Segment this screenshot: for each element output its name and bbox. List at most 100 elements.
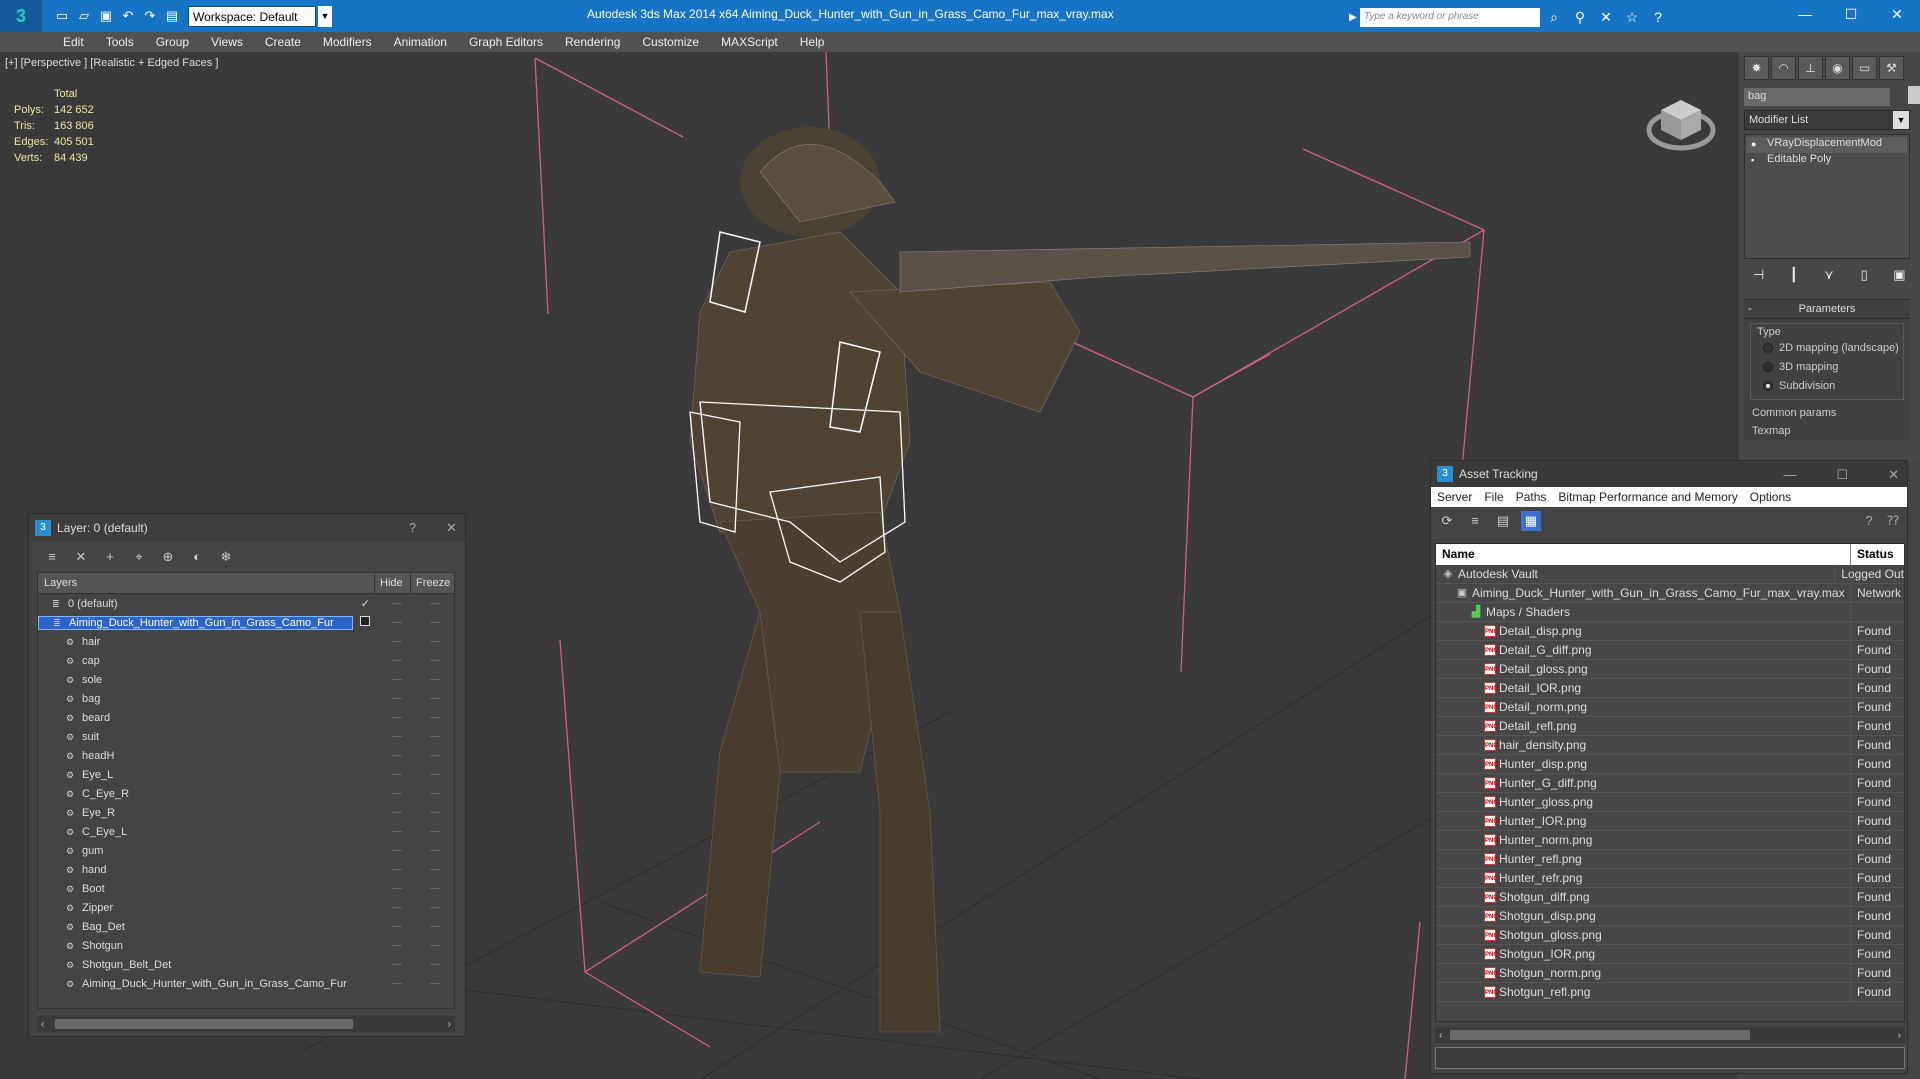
hide-toggle[interactable]: —	[378, 959, 416, 970]
layer-name-cell[interactable]: ⚙ Boot	[38, 883, 353, 895]
radio-3d-mapping[interactable]: 3D mapping	[1757, 357, 1903, 376]
exchange-icon[interactable]: ✕	[1596, 7, 1616, 27]
new-file-icon[interactable]: ▭	[52, 6, 72, 26]
chevron-left-icon[interactable]: ‹	[1439, 1030, 1442, 1041]
layer-row[interactable]: ⚙ C_Eye_L — —	[38, 822, 454, 841]
asset-row[interactable]: PNG Shotgun_refl.png Found	[1436, 982, 1904, 1002]
layer-name-cell[interactable]: ⚙ suit	[38, 731, 353, 743]
highlight-layer-icon[interactable]: ⊕	[159, 548, 177, 566]
layer-row[interactable]: ⚙ bag — —	[38, 689, 454, 708]
freeze-toggle[interactable]: —	[416, 978, 454, 989]
layer-row[interactable]: ⚙ Eye_R — —	[38, 803, 454, 822]
redo-icon[interactable]: ↷	[140, 6, 160, 26]
asset-name-cell[interactable]: PNG Shotgun_diff.png	[1436, 887, 1851, 907]
hide-toggle[interactable]: —	[378, 902, 416, 913]
menu-item[interactable]: Help	[789, 32, 836, 52]
help-icon[interactable]: ?	[1859, 511, 1879, 531]
delete-layer-icon[interactable]: ✕	[72, 548, 90, 566]
hide-toggle[interactable]: —	[378, 598, 416, 609]
hide-toggle[interactable]: —	[378, 826, 416, 837]
chevron-right-icon[interactable]: ›	[1898, 1030, 1901, 1041]
hide-toggle[interactable]: —	[378, 807, 416, 818]
layer-row[interactable]: ⚙ Aiming_Duck_Hunter_with_Gun_in_Grass_Ca…	[38, 974, 454, 993]
freeze-toggle[interactable]: —	[416, 655, 454, 666]
maximize-icon[interactable]: ☐	[1836, 467, 1848, 483]
freeze-toggle[interactable]: —	[416, 788, 454, 799]
freeze-toggle[interactable]: —	[416, 921, 454, 932]
lightbulb-icon[interactable]: ●	[1751, 139, 1761, 149]
asset-name-cell[interactable]: PNG Hunter_norm.png	[1436, 830, 1851, 850]
asset-row[interactable]: PNG Hunter_IOR.png Found	[1436, 811, 1904, 831]
hide-toggle[interactable]: —	[378, 845, 416, 856]
asset-name-cell[interactable]: PNG Shotgun_norm.png	[1436, 963, 1851, 983]
display-tab-icon[interactable]: ▭	[1852, 56, 1877, 80]
layer-row[interactable]: ⚙ Zipper — —	[38, 898, 454, 917]
chevron-left-icon[interactable]: ‹	[41, 1019, 44, 1030]
layer-name-cell[interactable]: ⚙ cap	[38, 655, 353, 667]
col-name[interactable]: Name	[1436, 544, 1851, 565]
modify-tab-icon[interactable]: ◠	[1771, 56, 1796, 80]
asset-row[interactable]: PNG Hunter_refr.png Found	[1436, 868, 1904, 888]
asset-row[interactable]: PNG Detail_gloss.png Found	[1436, 659, 1904, 679]
make-unique-icon[interactable]: ⋎	[1820, 267, 1837, 285]
asset-name-cell[interactable]: PNG Shotgun_disp.png	[1436, 906, 1851, 926]
asset-name-cell[interactable]: PNG Detail_refl.png	[1436, 716, 1851, 736]
radio-subdivision[interactable]: Subdivision	[1757, 376, 1903, 395]
object-color-swatch[interactable]	[1908, 86, 1920, 104]
asset-name-cell[interactable]: PNG Shotgun_gloss.png	[1436, 925, 1851, 945]
modifier-list-dropdown[interactable]: Modifier List ▼	[1744, 110, 1910, 130]
hide-toggle[interactable]: —	[378, 731, 416, 742]
asset-name-cell[interactable]: ▣ Aiming_Duck_Hunter_with_Gun_in_Grass_Ca…	[1436, 583, 1851, 603]
layer-name-cell[interactable]: ⚙ Shotgun	[38, 940, 353, 952]
layer-name-cell[interactable]: ≣ 0 (default)	[38, 598, 353, 610]
asset-name-cell[interactable]: PNG Hunter_refr.png	[1436, 868, 1851, 888]
freeze-toggle[interactable]: —	[416, 864, 454, 875]
col-layers[interactable]: Layers	[38, 573, 374, 593]
layer-row[interactable]: ⚙ hand — —	[38, 860, 454, 879]
asset-name-cell[interactable]: PNG Shotgun_IOR.png	[1436, 944, 1851, 964]
asset-window-titlebar[interactable]: 3 Asset Tracking — ☐ ✕	[1431, 461, 1907, 487]
asset-row[interactable]: PNG hair_density.png Found	[1436, 735, 1904, 755]
hierarchy-tab-icon[interactable]: ⊥	[1798, 56, 1823, 80]
asset-name-cell[interactable]: PNG Detail_IOR.png	[1436, 678, 1851, 698]
asset-row[interactable]: ◈ Autodesk Vault Logged Out	[1436, 564, 1904, 584]
chevron-right-icon[interactable]: ▶	[1349, 8, 1359, 27]
layer-name-cell[interactable]: ⚙ headH	[38, 750, 353, 762]
asset-name-cell[interactable]: PNG Detail_G_diff.png	[1436, 640, 1851, 660]
menu-item[interactable]: Graph Editors	[458, 32, 554, 52]
hide-toggle[interactable]: —	[378, 978, 416, 989]
layer-row[interactable]: ⚙ beard — —	[38, 708, 454, 727]
layer-row[interactable]: ⚙ Shotgun_Belt_Det — —	[38, 955, 454, 974]
layer-row[interactable]: ⚙ C_Eye_R — —	[38, 784, 454, 803]
close-icon[interactable]: ✕	[1888, 467, 1899, 483]
show-end-result-icon[interactable]: ┃	[1785, 267, 1802, 285]
layer-row[interactable]: ⚙ headH — —	[38, 746, 454, 765]
menu-item[interactable]: Create	[254, 32, 312, 52]
help-icon[interactable]: ?	[409, 520, 416, 536]
detail-view-icon[interactable]: ▤	[1493, 511, 1513, 531]
refresh-icon[interactable]: ⟳	[1437, 511, 1457, 531]
layer-name-cell[interactable]: ⚙ Eye_R	[38, 807, 353, 819]
asset-row[interactable]: PNG Hunter_refl.png Found	[1436, 849, 1904, 869]
star-icon[interactable]: ☆	[1622, 7, 1642, 27]
asset-row[interactable]: PNG Detail_disp.png Found	[1436, 621, 1904, 641]
hunter-model[interactable]	[689, 127, 1471, 1033]
chevron-right-icon[interactable]: ›	[448, 1019, 451, 1030]
asset-name-cell[interactable]: PNG Hunter_disp.png	[1436, 754, 1851, 774]
menu-item[interactable]: Animation	[383, 32, 458, 52]
layer-name-cell[interactable]: ⚙ Eye_L	[38, 769, 353, 781]
hide-toggle[interactable]: —	[378, 769, 416, 780]
freeze-toggle[interactable]: —	[416, 693, 454, 704]
freeze-toggle[interactable]: —	[416, 807, 454, 818]
layer-name-cell[interactable]: ⚙ Shotgun_Belt_Det	[38, 959, 353, 971]
asset-row[interactable]: PNG Hunter_disp.png Found	[1436, 754, 1904, 774]
current-layer-indicator[interactable]	[353, 616, 378, 629]
layer-name-cell[interactable]: ⚙ sole	[38, 674, 353, 686]
layer-name-cell[interactable]: ⚙ gum	[38, 845, 353, 857]
asset-row[interactable]: PNG Shotgun_gloss.png Found	[1436, 925, 1904, 945]
layer-name-cell[interactable]: ⚙ hair	[38, 636, 353, 648]
layer-name-cell[interactable]: ⚙ hand	[38, 864, 353, 876]
project-folder-icon[interactable]: ▤	[162, 6, 182, 26]
select-objects-icon[interactable]: ⌖	[130, 548, 148, 566]
checkbox-icon[interactable]	[360, 616, 371, 626]
